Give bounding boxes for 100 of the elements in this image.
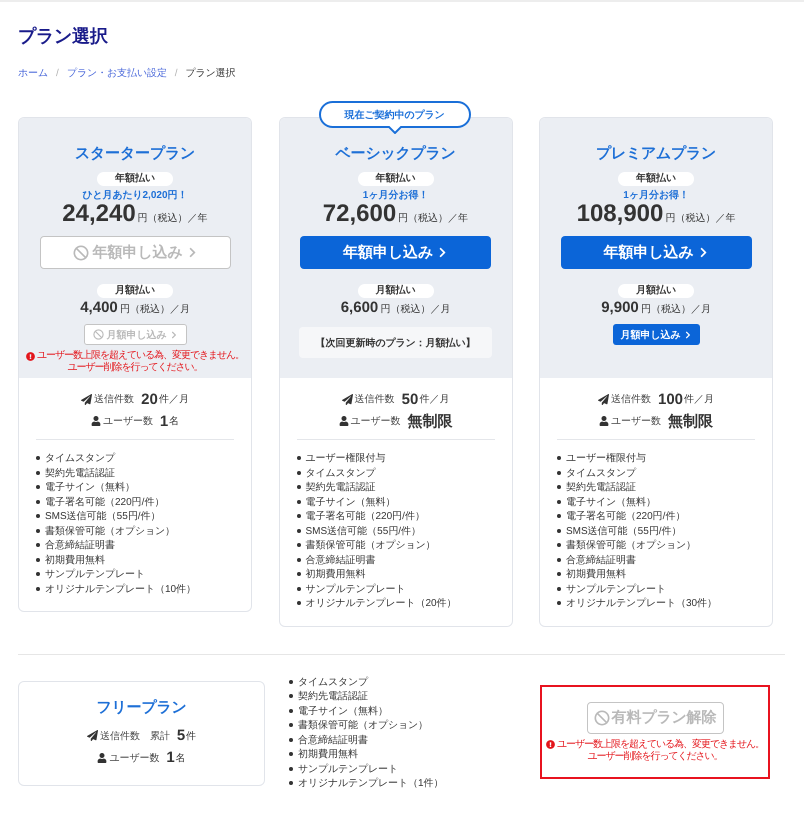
bullet-icon bbox=[557, 586, 561, 591]
stat-label: ユーザー数 bbox=[350, 415, 400, 428]
ban-icon bbox=[92, 329, 104, 340]
paper-plane-icon bbox=[86, 730, 98, 741]
stat-label: 送信件数 bbox=[610, 393, 651, 406]
stat-label: 送信件数 bbox=[354, 393, 395, 406]
bullet-icon bbox=[296, 470, 300, 475]
bullet-icon bbox=[36, 586, 40, 591]
chevron-right-icon bbox=[186, 247, 198, 258]
feature-item: 電子サイン（無料） bbox=[45, 480, 135, 494]
billing-period-label: 年額払い bbox=[358, 172, 434, 186]
bullet-icon bbox=[289, 708, 293, 713]
feature-item: タイムスタンプ bbox=[306, 466, 376, 480]
chevron-right-icon bbox=[684, 330, 692, 338]
chevron-right-icon bbox=[437, 247, 448, 258]
feature-item: オリジナルテンプレート（20件） bbox=[306, 596, 457, 610]
bullet-icon bbox=[289, 723, 293, 728]
stat-label: ユーザー数 bbox=[611, 415, 661, 428]
feature-item: 書類保管可能（オプション） bbox=[566, 538, 696, 552]
feature-item: ユーザー権限付与 bbox=[306, 452, 386, 466]
stat-unit: 名 bbox=[176, 752, 186, 764]
price-amount: 9,900 bbox=[601, 299, 639, 317]
breadcrumb-link[interactable]: プラン・お支払い設定 bbox=[66, 66, 167, 82]
price-amount: 6,600 bbox=[340, 299, 378, 317]
plan-name: スタータープラン bbox=[75, 144, 195, 164]
plan-name: フリープラン bbox=[96, 698, 186, 718]
feature-item: 初期費用無料 bbox=[45, 554, 105, 567]
feature-item: サンプルテンプレート bbox=[306, 582, 406, 596]
price-unit: 円（税込）／年 bbox=[398, 212, 468, 226]
error-message: ユーザー数上限を超えている為、変更できません。 bbox=[37, 350, 244, 362]
bullet-icon bbox=[296, 543, 300, 548]
stat-label: 送信件数 bbox=[100, 730, 140, 742]
bullet-icon bbox=[557, 514, 561, 518]
monthly-apply-button[interactable]: 月額申し込み bbox=[612, 324, 700, 345]
bullet-icon bbox=[36, 514, 40, 518]
error-message: ユーザー削除を行ってください。 bbox=[588, 750, 722, 762]
billing-period-label: 年額払い bbox=[618, 172, 694, 186]
stat-label: ユーザー数 bbox=[102, 415, 153, 428]
billing-period-label: 月額払い bbox=[618, 284, 694, 298]
user-icon bbox=[97, 752, 108, 762]
price-amount: 108,900 bbox=[576, 202, 664, 226]
bullet-icon bbox=[557, 601, 561, 606]
feature-item: 書類保管可能（オプション） bbox=[45, 524, 175, 538]
chevron-right-icon bbox=[170, 330, 178, 338]
bullet-icon bbox=[289, 766, 293, 771]
feature-item: 初期費用無料 bbox=[566, 568, 626, 582]
bullet-icon bbox=[289, 738, 293, 742]
stat-value: 100 bbox=[658, 390, 684, 408]
price-amount: 72,600 bbox=[322, 202, 396, 226]
bullet-icon bbox=[296, 558, 300, 562]
bullet-icon bbox=[289, 781, 293, 786]
bullet-icon bbox=[296, 500, 300, 504]
feature-item: 契約先電話認証 bbox=[306, 480, 376, 494]
price-note: 1ヶ月分お得！ bbox=[623, 190, 689, 202]
bullet-icon bbox=[557, 572, 561, 576]
price-unit: 円（税込）／月 bbox=[120, 302, 190, 317]
stat-value: 50 bbox=[402, 390, 418, 408]
feature-item: 電子署名可能（220円/件） bbox=[566, 510, 686, 524]
feature-item: 電子サイン（無料） bbox=[566, 496, 656, 509]
annual-apply-button[interactable]: 年額申し込み bbox=[300, 236, 491, 269]
bullet-icon bbox=[36, 572, 40, 576]
feature-item: タイムスタンプ bbox=[566, 466, 636, 480]
stat-value: 無制限 bbox=[408, 412, 452, 430]
alert-icon bbox=[546, 740, 555, 749]
feature-item: サンプルテンプレート bbox=[45, 568, 145, 582]
feature-item: 合意締結証明書 bbox=[45, 538, 115, 552]
feature-item: SMS送信可能（55円/件） bbox=[566, 524, 682, 538]
price-unit: 円（税込）／月 bbox=[380, 302, 450, 317]
user-icon bbox=[338, 416, 348, 426]
breadcrumb-separator: / bbox=[174, 67, 178, 81]
feature-item: 契約先電話認証 bbox=[45, 466, 115, 480]
breadcrumb-separator: / bbox=[56, 67, 59, 81]
error-message: ユーザー削除を行ってください。 bbox=[68, 362, 202, 374]
bullet-icon bbox=[557, 528, 561, 533]
error-message: ユーザー数上限を超えている為、変更できません。 bbox=[557, 738, 764, 750]
bullet-icon bbox=[557, 456, 561, 460]
bullet-icon bbox=[296, 528, 300, 533]
bullet-icon bbox=[289, 680, 293, 684]
bullet-icon bbox=[289, 694, 293, 698]
breadcrumb-current: プラン選択 bbox=[186, 66, 236, 81]
ban-icon bbox=[594, 710, 610, 726]
bullet-icon bbox=[557, 470, 561, 475]
chevron-right-icon bbox=[698, 247, 708, 258]
bullet-icon bbox=[296, 586, 300, 591]
billing-period-label: 月額払い bbox=[358, 284, 434, 298]
feature-item: ユーザー権限付与 bbox=[566, 452, 646, 466]
bullet-icon bbox=[36, 558, 40, 562]
paper-plane-icon bbox=[342, 394, 353, 404]
ban-icon bbox=[72, 244, 88, 260]
breadcrumb-link[interactable]: ホーム bbox=[18, 66, 48, 82]
bullet-icon bbox=[36, 485, 40, 490]
feature-item: 合意締結証明書 bbox=[306, 554, 376, 567]
annual-apply-button[interactable]: 年額申し込み bbox=[560, 236, 752, 269]
bullet-icon bbox=[557, 543, 561, 548]
price-note: 1ヶ月分お得！ bbox=[362, 190, 428, 202]
bullet-icon bbox=[557, 485, 561, 490]
feature-item: SMS送信可能（55円/件） bbox=[45, 510, 161, 524]
bullet-icon bbox=[36, 456, 40, 460]
price-unit: 円（税込）／年 bbox=[665, 212, 736, 226]
feature-item: 合意締結証明書 bbox=[298, 734, 368, 747]
